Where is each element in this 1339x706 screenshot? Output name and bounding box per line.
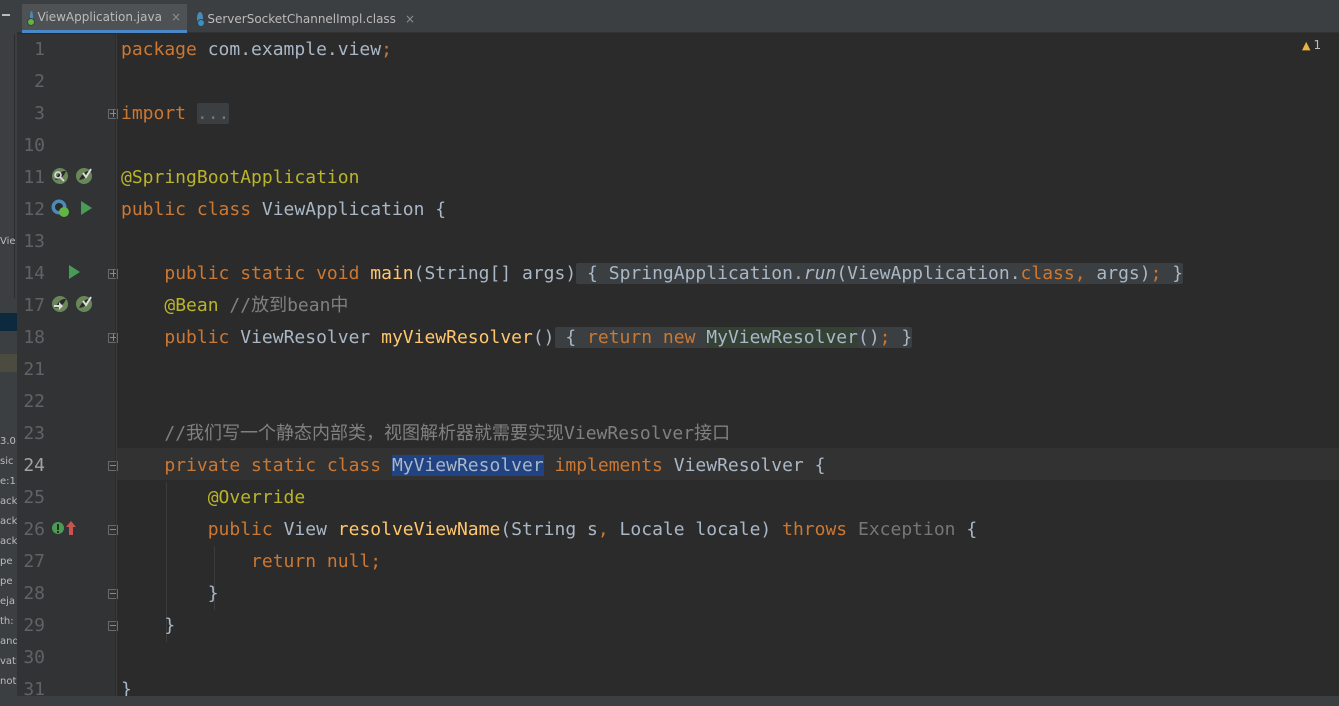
panel-highlight-row[interactable]	[0, 354, 17, 372]
panel-text-fragment: e:1.	[0, 476, 17, 487]
line-number[interactable]: 11	[17, 162, 45, 194]
spring-config-icon[interactable]	[75, 167, 93, 185]
code-editor[interactable]: package com.example.view; import ... @Sp…	[121, 34, 1339, 706]
line-number[interactable]: 21	[17, 354, 45, 386]
tab-label: ViewApplication.java	[37, 10, 162, 24]
code-line-27: return null;	[251, 551, 382, 572]
code-line-18: public ViewResolver myViewResolver() { r…	[164, 327, 913, 348]
run-icon[interactable]	[77, 199, 95, 217]
panel-text-fragment: 3.0	[0, 436, 16, 447]
code-line-11: @SpringBootApplication	[121, 167, 360, 188]
line-number[interactable]: 30	[17, 642, 45, 674]
line-number[interactable]: 14	[17, 258, 45, 290]
close-icon[interactable]: ×	[405, 12, 415, 26]
panel-text-fragment: pe	[0, 576, 13, 587]
panel-text-fragment: sic	[0, 456, 14, 467]
editor-tab-bar: ViewApplication.java × ServerSocketChann…	[17, 0, 1339, 33]
code-line-1: package com.example.view;	[121, 39, 392, 60]
gutter-separator	[116, 34, 117, 706]
code-line-14: public static void main(String[] args) {…	[164, 263, 1184, 284]
code-line-24: private static class MyViewResolver impl…	[164, 455, 826, 476]
code-line-29: }	[164, 615, 176, 636]
tab-label: ServerSocketChannelImpl.class	[207, 11, 396, 26]
panel-text-fragment: not	[0, 676, 17, 687]
line-number[interactable]: 17	[17, 290, 45, 322]
panel-text-fragment: pe	[0, 556, 13, 567]
code-line-12: public class ViewApplication {	[121, 199, 447, 220]
spring-bean-nav-icon[interactable]	[51, 295, 69, 313]
spring-config-icon[interactable]	[75, 295, 93, 313]
project-panel-sliver: Vie 3.0 sic e:1. ack ack ack pe pe eja t…	[0, 0, 17, 706]
line-number[interactable]: 25	[17, 482, 45, 514]
panel-text-fragment: th:	[0, 616, 14, 627]
line-number[interactable]: 22	[17, 386, 45, 418]
panel-divider	[14, 34, 15, 298]
line-number[interactable]: 26	[17, 514, 45, 546]
line-number[interactable]: 13	[17, 226, 45, 258]
horizontal-scrollbar[interactable]	[17, 696, 1339, 706]
line-number[interactable]: 3	[17, 98, 45, 130]
line-number[interactable]: 29	[17, 610, 45, 642]
spring-bean-find-icon[interactable]	[51, 167, 69, 185]
tab-server-socket-channel-impl[interactable]: ServerSocketChannelImpl.class ×	[189, 4, 421, 33]
panel-text-fragment: Vie	[0, 236, 16, 247]
editor-gutter: 1 2 3 10 11 12 13 14 17 18 21 22 23 24 2…	[17, 34, 118, 706]
panel-text-fragment: and	[0, 636, 17, 647]
line-number[interactable]: 2	[17, 66, 45, 98]
compiled-class-icon	[197, 12, 206, 27]
java-class-icon	[27, 10, 36, 26]
panel-text-fragment: ack	[0, 516, 17, 527]
override-arrow-icon[interactable]	[62, 519, 80, 537]
line-number[interactable]: 18	[17, 322, 45, 354]
run-main-icon[interactable]	[65, 263, 83, 281]
panel-text-fragment: eja	[0, 596, 16, 607]
panel-text-fragment: ack	[0, 536, 17, 547]
line-number[interactable]: 28	[17, 578, 45, 610]
close-icon[interactable]: ×	[171, 10, 181, 24]
code-line-26: public View resolveViewName(String s, Lo…	[207, 519, 978, 540]
minimize-icon[interactable]	[2, 14, 10, 16]
selected-identifier[interactable]: MyViewResolver	[391, 455, 544, 476]
line-number[interactable]: 27	[17, 546, 45, 578]
line-number[interactable]: 23	[17, 418, 45, 450]
folded-imports[interactable]: ...	[196, 103, 230, 124]
line-number-current[interactable]: 24	[17, 450, 45, 482]
line-number[interactable]: 1	[17, 34, 45, 66]
spring-app-icon[interactable]	[51, 199, 69, 217]
line-number[interactable]: 10	[17, 130, 45, 162]
code-line-28: }	[207, 583, 219, 604]
line-number[interactable]: 12	[17, 194, 45, 226]
panel-text-fragment: ack	[0, 496, 17, 507]
code-line-3: import ...	[121, 103, 230, 124]
code-line-25: @Override	[207, 487, 306, 508]
tab-view-application[interactable]: ViewApplication.java ×	[22, 4, 187, 33]
panel-selected-row[interactable]	[0, 313, 17, 331]
code-line-17: @Bean //放到bean中	[164, 295, 349, 316]
panel-text-fragment: vati	[0, 656, 17, 667]
code-line-23: //我们写一个静态内部类，视图解析器就需要实现ViewResolver接口	[164, 423, 731, 444]
